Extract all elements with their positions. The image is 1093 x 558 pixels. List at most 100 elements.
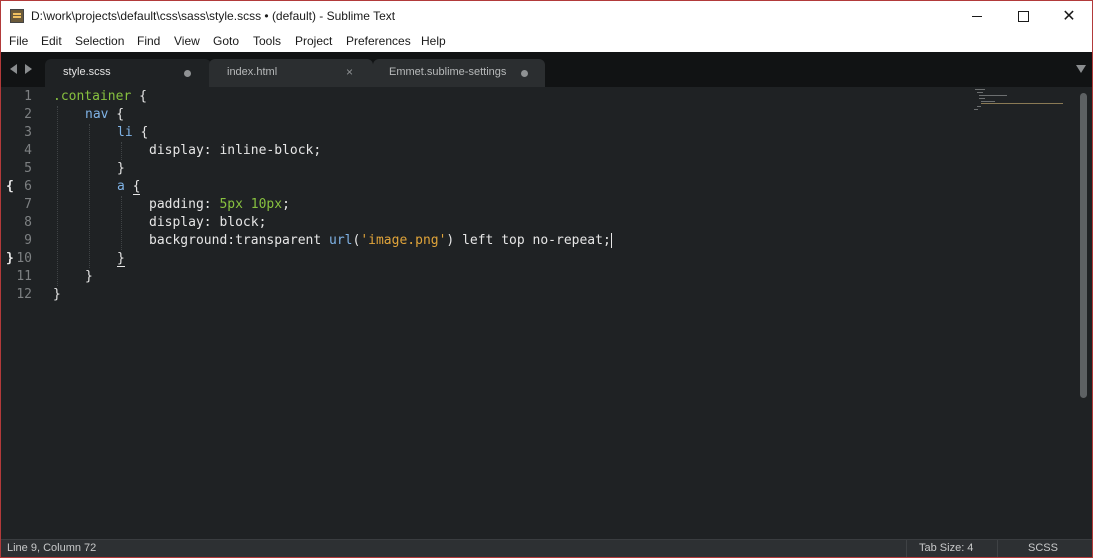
tab-style-scss[interactable]: style.scss [45,59,211,87]
cursor-position: Line 9, Column 72 [7,542,97,554]
code-line: } [117,250,125,268]
close-button[interactable]: ✕ [1046,1,1092,31]
code-line: li { [117,124,148,142]
line-number: 2 [24,107,32,122]
code-line: background:transparent url('image.png') … [149,232,612,250]
close-icon: ✕ [1062,8,1076,25]
indent-guide [57,106,58,286]
line-number: 1 [24,89,32,104]
line-number: 7 [24,197,32,212]
sublime-app-icon [10,9,24,23]
indent-guide [121,142,122,160]
code-token: .container [53,89,132,104]
bracket-open-marker: { [6,179,14,194]
maximize-icon [1017,10,1029,22]
minimap-line [981,103,1063,104]
status-divider [906,540,907,557]
code-token: 10px [250,197,283,212]
syntax-indicator[interactable]: SCSS [1028,542,1058,554]
tab-label: Emmet.sublime-settings [389,66,507,78]
code-token: 5px [219,197,243,212]
tab-size-indicator[interactable]: Tab Size: 4 [919,542,973,554]
code-token: } [117,161,125,176]
tab-label: style.scss [63,66,111,78]
code-token: } [53,287,61,302]
vertical-scrollbar[interactable] [1079,91,1088,539]
menu-preferences[interactable]: Preferences [346,34,411,48]
menu-tools[interactable]: Tools [253,34,281,48]
status-divider [997,540,998,557]
code-token: padding: [149,197,220,212]
code-token: { [132,125,149,140]
tab-label: index.html [227,66,278,78]
line-number: 8 [24,215,32,230]
scrollbar-thumb[interactable] [1080,93,1087,398]
modified-dot-icon[interactable] [521,70,528,77]
code-editor[interactable]: 1 2 3 4 5 6 7 8 9 10 11 12 { } .containe… [1,87,1092,539]
code-line: a { [117,178,141,196]
menu-help[interactable]: Help [421,34,446,48]
code-token: } [117,251,125,267]
code-line: display: inline-block; [149,142,321,160]
code-token: display: inline-block; [149,143,322,158]
code-line: display: block; [149,214,266,232]
tab-next-arrow-icon[interactable] [25,64,32,74]
code-token: background:transparent [149,233,330,248]
tab-list-dropdown-icon[interactable] [1076,65,1086,73]
tab-index-html[interactable]: index.html × [209,59,373,87]
line-number: 11 [16,269,32,284]
minimap-line [974,109,978,110]
indent-guide [89,124,90,268]
menu-project[interactable]: Project [295,34,332,48]
maximize-button[interactable] [1000,1,1046,31]
code-line: } [117,160,125,178]
line-number: 5 [24,161,32,176]
tab-bar: style.scss index.html × Emmet.sublime-se… [1,52,1092,87]
code-token: a [117,179,125,194]
modified-dot-icon[interactable] [184,70,191,77]
minimize-icon [972,15,982,17]
code-line: padding: 5px 10px; [149,196,290,214]
menu-view[interactable]: View [174,34,200,48]
menu-selection[interactable]: Selection [75,34,124,48]
code-token: { [108,107,125,122]
code-token: } [85,269,93,284]
menu-goto[interactable]: Goto [213,34,239,48]
minimap-line [979,95,1007,96]
line-number: 12 [16,287,32,302]
bracket-close-marker: } [6,251,14,266]
tab-close-icon[interactable]: × [346,65,353,79]
menu-find[interactable]: Find [137,34,160,48]
line-gutter: 1 2 3 4 5 6 7 8 9 10 11 12 { } [1,87,45,539]
code-token: { [132,179,141,195]
text-cursor [610,233,612,248]
minimap-line [979,98,985,99]
tab-emmet-settings[interactable]: Emmet.sublime-settings [373,59,545,87]
code-line: } [53,286,61,304]
tab-prev-arrow-icon[interactable] [10,64,17,74]
minimap-line [981,101,995,102]
code-line: .container { [53,88,147,106]
code-line: nav { [85,106,124,124]
code-token: li [117,125,133,140]
line-number: 4 [24,143,32,158]
status-bar: Line 9, Column 72 Tab Size: 4 SCSS [1,539,1092,557]
menu-bar: File Edit Selection Find View Goto Tools… [1,31,1092,52]
code-token: ) left top no-repeat; [446,233,611,248]
minimap-line [977,92,983,93]
minimap[interactable] [971,87,1071,127]
line-number: 3 [24,125,32,140]
code-line: } [85,268,93,286]
menu-edit[interactable]: Edit [41,34,62,48]
line-number: 9 [24,233,32,248]
code-token: 'image.png' [360,233,447,248]
code-token: url [329,233,353,248]
title-bar: D:\work\projects\default\css\sass\style.… [1,1,1092,31]
minimize-button[interactable] [954,1,1000,31]
sublime-window: D:\work\projects\default\css\sass\style.… [0,0,1093,558]
minimap-line [975,89,985,90]
minimap-line [977,106,981,107]
code-token: nav [85,107,109,122]
menu-file[interactable]: File [9,34,28,48]
indent-guide [121,196,122,250]
